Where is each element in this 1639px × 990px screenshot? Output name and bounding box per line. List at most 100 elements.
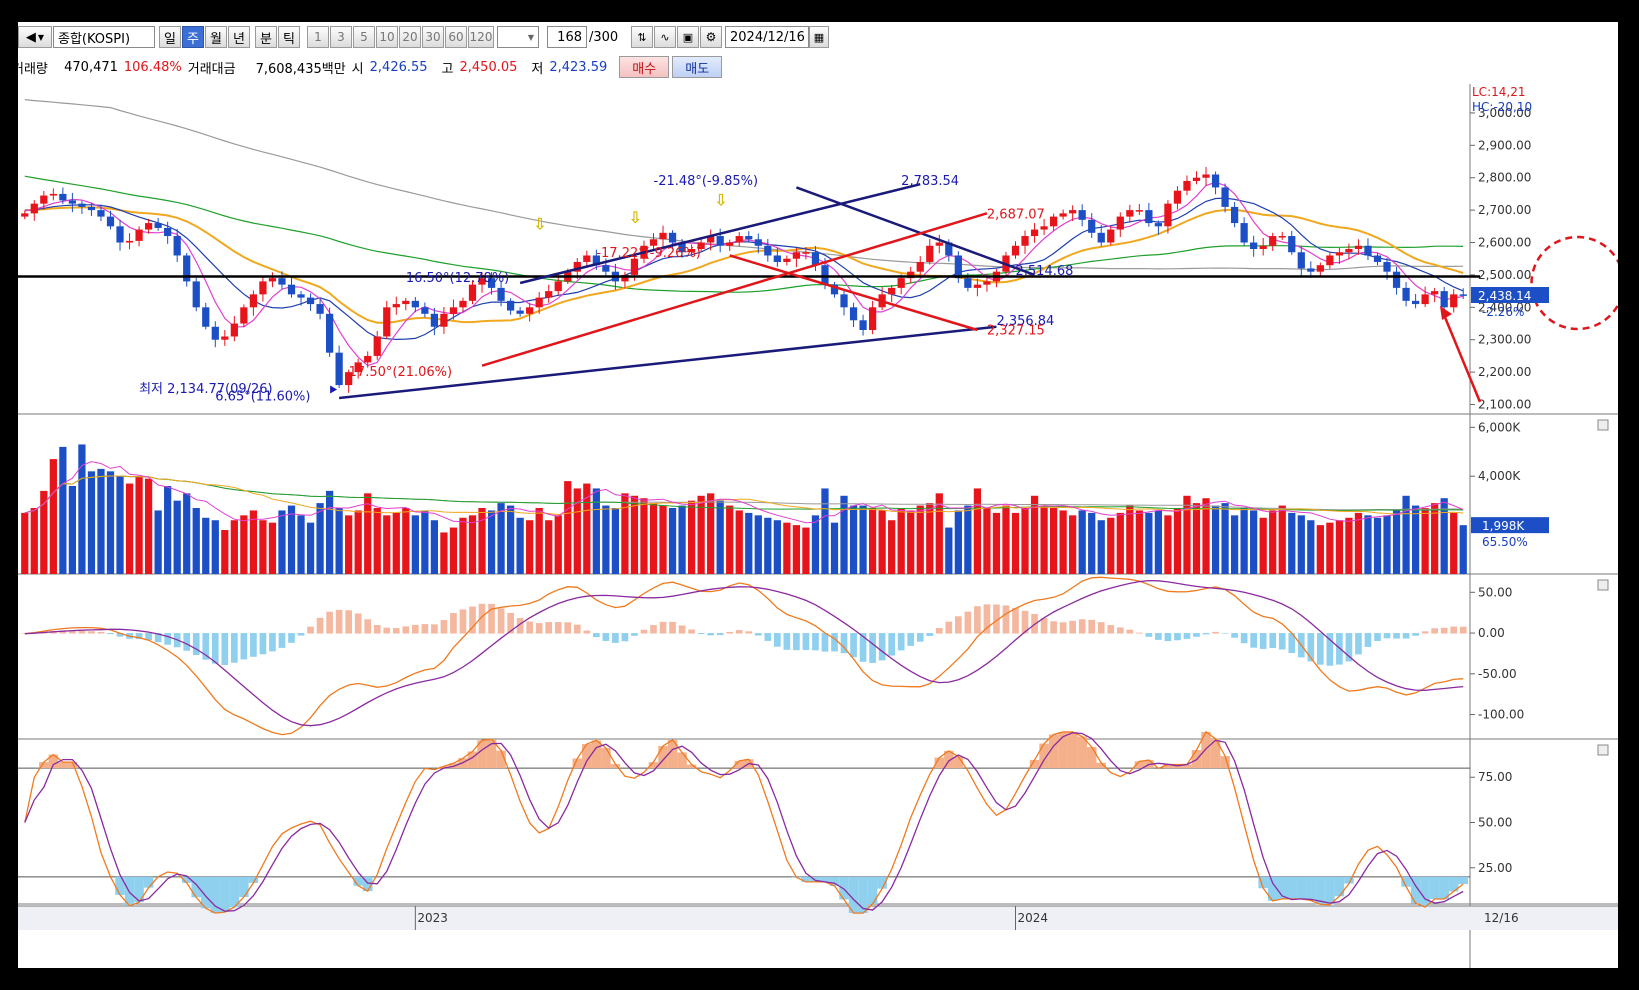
candle-body — [1078, 210, 1086, 220]
volume-bar — [1354, 512, 1363, 574]
macd-histogram-bar — [707, 633, 714, 636]
stoch-oversold-fill — [867, 876, 878, 904]
interval-button-10[interactable]: 10 — [376, 26, 398, 48]
volume-bar — [240, 515, 248, 574]
volume-bar — [1107, 517, 1115, 574]
candle-body — [859, 320, 867, 330]
volume-bar — [87, 471, 96, 574]
count-input[interactable]: 168 — [547, 26, 587, 48]
symbol-field[interactable]: 종합(KOSPI) — [53, 26, 155, 48]
volume-bar — [164, 486, 172, 574]
interval-button-30[interactable]: 30 — [422, 26, 444, 48]
volume-bar — [992, 512, 1001, 574]
macd-histogram-bar — [935, 628, 943, 634]
volume-bar — [611, 508, 620, 574]
volume-bar — [316, 503, 324, 574]
interval-button-60[interactable]: 60 — [445, 26, 467, 48]
candle-body — [1183, 180, 1191, 191]
volume-bar — [497, 503, 505, 574]
count-total: /300 — [589, 29, 619, 45]
macd-histogram-bar — [1202, 633, 1210, 635]
candle-body — [516, 310, 524, 314]
legend-lc: LC:14,21 — [1472, 85, 1525, 99]
macd-histogram-bar — [1240, 633, 1248, 644]
interval-button-1[interactable]: 1 — [307, 26, 329, 48]
volume-bar — [411, 515, 419, 574]
volume-bar — [1211, 505, 1220, 574]
macd-histogram-bar — [316, 617, 324, 634]
line-tool-icon[interactable]: ∿ — [654, 26, 676, 48]
candle-body — [888, 287, 896, 295]
sell-button[interactable]: 매도 — [672, 56, 723, 78]
buy-button[interactable]: 매수 — [619, 56, 670, 78]
candle-body — [1049, 216, 1058, 227]
candle-body — [78, 203, 86, 207]
panel-close-icon — [1597, 579, 1609, 591]
gear-icon[interactable]: ⚙ — [700, 26, 722, 48]
panel-bg-macd — [18, 576, 1618, 739]
interval-select[interactable]: ▼ — [497, 26, 539, 48]
macd-histogram-bar — [1116, 627, 1124, 634]
volume-bar — [1154, 510, 1163, 574]
stoch-overbought-fill — [1086, 747, 1097, 769]
macd-histogram-bar — [1212, 631, 1219, 634]
macd-histogram-bar — [573, 624, 581, 634]
interval-button-5[interactable]: 5 — [353, 26, 375, 48]
candle-body — [21, 213, 29, 217]
volume-bar — [116, 476, 124, 574]
period-button-2[interactable]: 월 — [205, 26, 227, 48]
stoch-oversold-fill — [115, 876, 125, 895]
low-value: 2,423.59 — [549, 59, 608, 75]
period-button-0[interactable]: 일 — [159, 26, 181, 48]
macd-histogram-bar — [1383, 633, 1391, 639]
macd-histogram-bar — [78, 630, 86, 634]
period-button-1[interactable]: 주 — [182, 26, 204, 48]
calendar-icon[interactable]: ▦ — [809, 26, 829, 48]
volume-bar — [1335, 520, 1344, 574]
chart-area[interactable]: 3,000.002,900.002,800.002,700.002,600.00… — [18, 84, 1618, 968]
speaker-menu-button[interactable]: ◀ ▼ — [18, 26, 52, 48]
macd-histogram-bar — [764, 633, 772, 641]
volume-bar — [1078, 510, 1086, 574]
volume-bar — [830, 522, 839, 574]
candle-body — [792, 252, 801, 259]
macd-histogram-bar — [1164, 633, 1172, 642]
candle-body — [421, 307, 429, 314]
volume-bar — [792, 525, 801, 574]
stoch-oversold-fill — [839, 876, 849, 900]
candle-body — [68, 200, 77, 204]
date-input[interactable]: 2024/12/16 — [725, 26, 809, 48]
volume-bar — [716, 500, 724, 574]
macd-histogram-bar — [621, 633, 629, 642]
candle-body — [497, 287, 505, 301]
info-bar: 거래량 470,471 106.48% 거래대금 7,608,435백만 시 2… — [18, 54, 1618, 80]
candle-body — [259, 281, 267, 295]
interval-button-20[interactable]: 20 — [399, 26, 421, 48]
candle-body — [335, 352, 343, 386]
volume-bar — [668, 508, 677, 574]
period-button-5[interactable]: 틱 — [278, 26, 300, 48]
period-button-4[interactable]: 분 — [255, 26, 277, 48]
speaker-icon: ◀ — [25, 29, 36, 45]
macd-histogram-bar — [421, 624, 429, 634]
interval-button-120[interactable]: 120 — [468, 26, 494, 48]
macd-histogram-bar — [1393, 633, 1400, 639]
volume-bar — [859, 505, 867, 574]
save-icon[interactable]: ▣ — [677, 26, 699, 48]
volume-bar — [878, 510, 886, 574]
price-annotation: 17.50°(21.06%) — [349, 365, 452, 380]
volume-bar — [487, 510, 496, 574]
volume-bar — [1011, 512, 1020, 574]
macd-histogram-bar — [745, 631, 753, 634]
volume-bar — [202, 517, 210, 574]
vol-tick-label: 6,000K — [1478, 420, 1521, 434]
period-button-3[interactable]: 년 — [228, 26, 250, 48]
volume-bar — [1059, 510, 1067, 574]
interval-button-3[interactable]: 3 — [330, 26, 352, 48]
volume-bar — [468, 515, 477, 574]
macd-histogram-bar — [97, 631, 105, 634]
macd-histogram-bar — [1050, 621, 1057, 634]
candle-tool-icon[interactable]: ⇅ — [631, 26, 653, 48]
volume-bar — [459, 517, 467, 574]
volume-bar — [1450, 512, 1458, 574]
